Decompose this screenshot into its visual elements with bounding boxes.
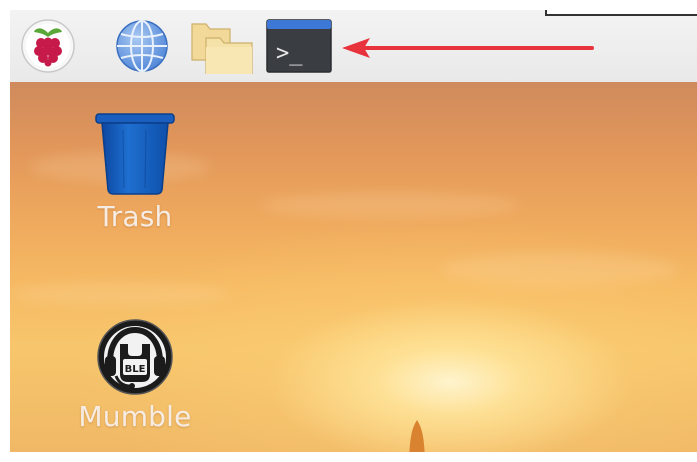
desktop-icon-mumble[interactable]: BLE Mumble xyxy=(70,318,200,433)
web-browser-button[interactable] xyxy=(114,18,170,74)
cloud-wisp xyxy=(440,252,680,286)
mumble-icon: BLE xyxy=(97,319,173,395)
cloud-wisp xyxy=(10,282,230,306)
terminal-prompt-glyph: >_ xyxy=(276,41,303,66)
desktop-icon-label: Mumble xyxy=(78,400,192,433)
taskbar: >_ xyxy=(10,10,697,83)
raspberry-menu-button[interactable] xyxy=(20,18,76,74)
svg-text:BLE: BLE xyxy=(125,364,146,375)
cloud-wisp xyxy=(260,192,520,218)
desktop-icon-label: Trash xyxy=(97,200,173,233)
spire-silhouette xyxy=(409,420,425,452)
desktop: Trash BLE Mumble xyxy=(10,82,697,452)
file-manager-button[interactable] xyxy=(190,18,253,74)
screen: >_ Trash BLE Mumble xyxy=(10,10,697,452)
terminal-icon: >_ xyxy=(266,19,332,73)
raspberry-menu-icon xyxy=(21,19,75,73)
file-manager-folder-icon xyxy=(191,23,253,74)
web-browser-globe-icon xyxy=(116,20,168,72)
desktop-icon-trash[interactable]: Trash xyxy=(70,110,200,233)
trash-can-icon xyxy=(95,113,175,195)
terminal-button[interactable]: >_ xyxy=(266,18,332,74)
annotation-arrow-icon xyxy=(342,38,594,58)
window-edge xyxy=(545,10,697,16)
